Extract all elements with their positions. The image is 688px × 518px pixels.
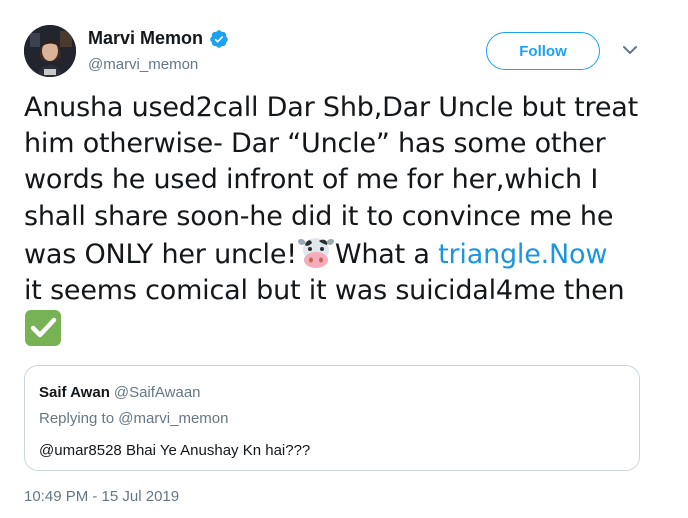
tweet-card: Marvi Memon @marvi_memon Follow Anusha u… <box>0 0 688 518</box>
tweet-text-line: him otherwise- Dar “Uncle” has some othe… <box>24 128 606 160</box>
chevron-down-icon[interactable] <box>622 42 638 58</box>
author-handle[interactable]: @marvi_memon <box>88 56 198 73</box>
author-avatar[interactable] <box>24 25 76 77</box>
tweet-text: Anusha used2call Dar Shb,Dar Uncle but t… <box>24 90 664 351</box>
quoted-author-row: Saif Awan @SaifAwaan <box>39 384 201 401</box>
replying-to-label: Replying to <box>39 410 115 427</box>
avatar-portrait-icon <box>24 25 76 77</box>
replying-to-handle: @marvi_memon <box>118 410 229 427</box>
tweet-text-line: was ONLY her uncle! What a triangle.Now <box>24 235 664 273</box>
quoted-tweet-text: @umar8528 Bhai Ye Anushay Kn hai??? <box>39 442 311 459</box>
quoted-author-handle: @SaifAwaan <box>113 384 201 401</box>
tweet-text-segment: What a <box>334 238 439 270</box>
quoted-tweet[interactable]: Saif Awan @SaifAwaan Replying to @marvi_m… <box>24 365 640 471</box>
tweet-text-segment: was ONLY her uncle! <box>24 238 297 270</box>
author-name-row: Marvi Memon <box>88 28 229 49</box>
tweet-text-line: it seems comical but it was suicidal4me … <box>24 275 625 307</box>
quoted-author-name: Saif Awan <box>39 384 110 401</box>
tweet-text-line: words he used infront of me for her,whic… <box>24 164 599 196</box>
tweet-text-line <box>24 309 664 351</box>
check-mark-icon <box>25 310 61 347</box>
tweet-text-line: shall share soon-he did it to convince m… <box>24 200 614 232</box>
tweet-link[interactable]: triangle.Now <box>438 239 607 270</box>
cow-face-icon <box>297 237 334 268</box>
quoted-replying-to: Replying to @marvi_memon <box>39 410 228 427</box>
tweet-text-line: Anusha used2call Dar Shb,Dar Uncle but t… <box>24 92 638 123</box>
author-display-name[interactable]: Marvi Memon <box>88 28 203 49</box>
follow-button[interactable]: Follow <box>486 32 600 70</box>
verified-badge-icon <box>210 29 228 48</box>
tweet-timestamp[interactable]: 10:49 PM - 15 Jul 2019 <box>24 488 179 505</box>
